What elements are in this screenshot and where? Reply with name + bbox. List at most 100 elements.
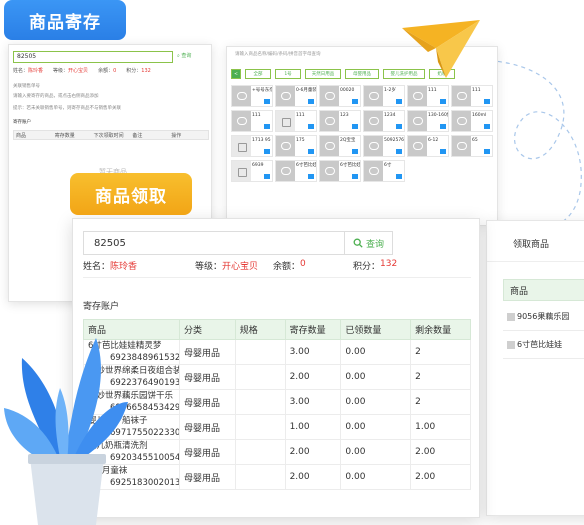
claim-item-row[interactable]: 9056果藕乐园 <box>503 303 584 331</box>
store-member-info: 姓名：陈玲香 等级：开心宝贝 余额：0 积分：132 <box>13 67 209 74</box>
product-count-badge <box>352 124 358 129</box>
table-row[interactable]: 奇妙世界绵柔日夜组合装 6922376490193 母婴用品 2.00 0.00 2 <box>83 364 471 390</box>
product-card[interactable]: 111 <box>275 110 317 132</box>
table-row[interactable]: 6寸芭比娃娃精灵梦 6923848961532 母婴用品 3.00 0.00 2 <box>83 339 471 365</box>
product-name: 123 <box>340 113 349 118</box>
claim-query-button[interactable]: 查询 <box>344 232 392 254</box>
product-card[interactable]: 6寸 <box>363 160 405 182</box>
store-search-input[interactable]: 82505 <box>13 51 173 63</box>
stored-qty-cell: 3.00 <box>284 339 342 365</box>
product-image <box>232 161 251 181</box>
product-name: 6939 <box>252 163 264 168</box>
store-points-field: 积分：132 <box>126 68 151 74</box>
category-cell: 母婴用品 <box>179 389 236 415</box>
table-row[interactable]: 婴儿奶瓶清洗剂 6920345510054 母婴用品 2.00 0.00 2.00 <box>83 439 471 465</box>
product-count-badge <box>264 174 270 179</box>
category-prev-button[interactable]: < <box>231 69 241 79</box>
product-image <box>364 161 383 181</box>
product-card[interactable]: 00020 <box>319 85 361 107</box>
product-card[interactable]: 2Q宝宝 <box>319 135 361 157</box>
product-card[interactable]: 5092576 <box>363 135 405 157</box>
store-hint-title: 关联销售单号 <box>13 84 40 89</box>
product-name: 111 <box>472 88 481 93</box>
spec-cell <box>234 439 286 465</box>
col-remaining: 剩余数量 <box>410 319 471 340</box>
claim-stock-table: 商品 分类 规格 寄存数量 已领数量 剩余数量 6寸芭比娃娃精灵梦 6923848… <box>83 319 471 490</box>
category-cell: 母婴用品 <box>179 414 236 440</box>
divider <box>487 261 584 262</box>
table-row[interactable]: 0-6月童袜 6925183002013 母婴用品 2.00 0.00 2.00 <box>83 464 471 490</box>
product-image <box>276 161 295 181</box>
product-name: 111 <box>428 88 437 93</box>
product-card[interactable]: 6939 <box>231 160 273 182</box>
store-query-label: 查询 <box>181 53 192 59</box>
claim-badge: 商品领取 <box>70 173 192 215</box>
category-tab[interactable]: 天然日用品 <box>305 69 341 79</box>
product-image <box>320 111 339 131</box>
product-count-badge <box>484 99 490 104</box>
spec-cell <box>234 339 286 365</box>
product-name: 1-2岁 <box>384 88 396 93</box>
store-level-field: 等级：开心宝贝 <box>53 68 89 74</box>
product-card[interactable]: 123 <box>319 110 361 132</box>
col-claimed: 已领数量 <box>340 319 412 340</box>
product-count-badge <box>396 99 402 104</box>
remaining-qty-cell: 2 <box>410 364 471 390</box>
product-card[interactable]: 65 <box>451 135 493 157</box>
stored-qty-cell: 2.00 <box>284 439 342 465</box>
product-count-badge <box>396 149 402 154</box>
divider <box>83 277 471 278</box>
category-tab[interactable]: 母婴用品 <box>345 69 379 79</box>
product-image <box>408 111 427 131</box>
claim-search-input[interactable]: 82505 <box>84 238 344 249</box>
store-badge: 商品寄存 <box>4 0 126 40</box>
category-tab[interactable]: 全部 <box>245 69 271 79</box>
claim-balance-field: 余额： 0 <box>273 259 306 272</box>
remaining-qty-cell: 2.00 <box>410 464 471 490</box>
product-count-badge <box>440 149 446 154</box>
product-card[interactable]: +号号东奈奶粉 <box>231 85 273 107</box>
product-card[interactable]: 111 <box>451 85 493 107</box>
category-tab[interactable]: 1号 <box>275 69 301 79</box>
product-card[interactable]: 130-160加长 <box>407 110 449 132</box>
product-card[interactable]: 1713 95 <box>231 135 273 157</box>
table-row[interactable]: 婴儿学步船袜子6971755022330母婴用品1.000.001.00 <box>83 414 471 440</box>
claim-items-panel: 领取商品 商品 9056果藕乐园 6寸芭比娃娃 <box>486 220 584 516</box>
product-image <box>276 111 295 131</box>
product-card[interactable]: 111 <box>231 110 273 132</box>
claim-item-name: 9056果藕乐园 <box>517 312 570 321</box>
product-image <box>276 136 295 156</box>
product-count-badge <box>308 99 314 104</box>
spec-cell <box>234 464 286 490</box>
product-card[interactable]: 6寸芭比娃娃 <box>275 160 317 182</box>
category-cell: 母婴用品 <box>179 439 236 465</box>
product-card[interactable]: 0-6月童装 <box>275 85 317 107</box>
table-row[interactable]: 奇妙世界藕乐园饼干乐 6956658453429 母婴用品 3.00 0.00 2 <box>83 389 471 415</box>
product-count-badge <box>308 149 314 154</box>
product-count-badge <box>484 124 490 129</box>
product-name: 65 <box>472 138 478 143</box>
claim-item-row[interactable]: 6寸芭比娃娃 <box>503 331 584 359</box>
product-card[interactable]: 175 <box>275 135 317 157</box>
product-card[interactable]: 1234 <box>363 110 405 132</box>
claim-name-field: 姓名： 陈玲香 <box>83 262 138 272</box>
product-count-badge <box>396 124 402 129</box>
store-hint-line: 请输入要寄存的商品，或点击右侧商品添加 <box>13 94 99 99</box>
product-image <box>320 161 339 181</box>
claimed-qty-cell: 0.00 <box>340 439 412 465</box>
claim-items-title: 领取商品 <box>513 240 550 250</box>
store-query-button[interactable]: ⌕ 查询 <box>177 52 191 59</box>
category-cell: 母婴用品 <box>179 364 236 390</box>
product-image <box>452 136 471 156</box>
product-card[interactable]: 6-12 <box>407 135 449 157</box>
product-name: 111 <box>296 113 305 118</box>
claimed-qty-cell: 0.00 <box>340 414 412 440</box>
product-card[interactable]: 111 <box>407 85 449 107</box>
product-grid: +号号东奈奶粉0-6月童装00020 1-2岁 111 111 111 111 123 123… <box>231 85 493 182</box>
product-card[interactable]: 1-2岁 <box>363 85 405 107</box>
store-section-label: 寄存账户 <box>13 120 31 125</box>
product-card[interactable]: 160ml <box>451 110 493 132</box>
product-card[interactable]: 6寸芭比娃娃 <box>319 160 361 182</box>
product-name: 175 <box>296 138 305 143</box>
product-count-badge <box>484 149 490 154</box>
